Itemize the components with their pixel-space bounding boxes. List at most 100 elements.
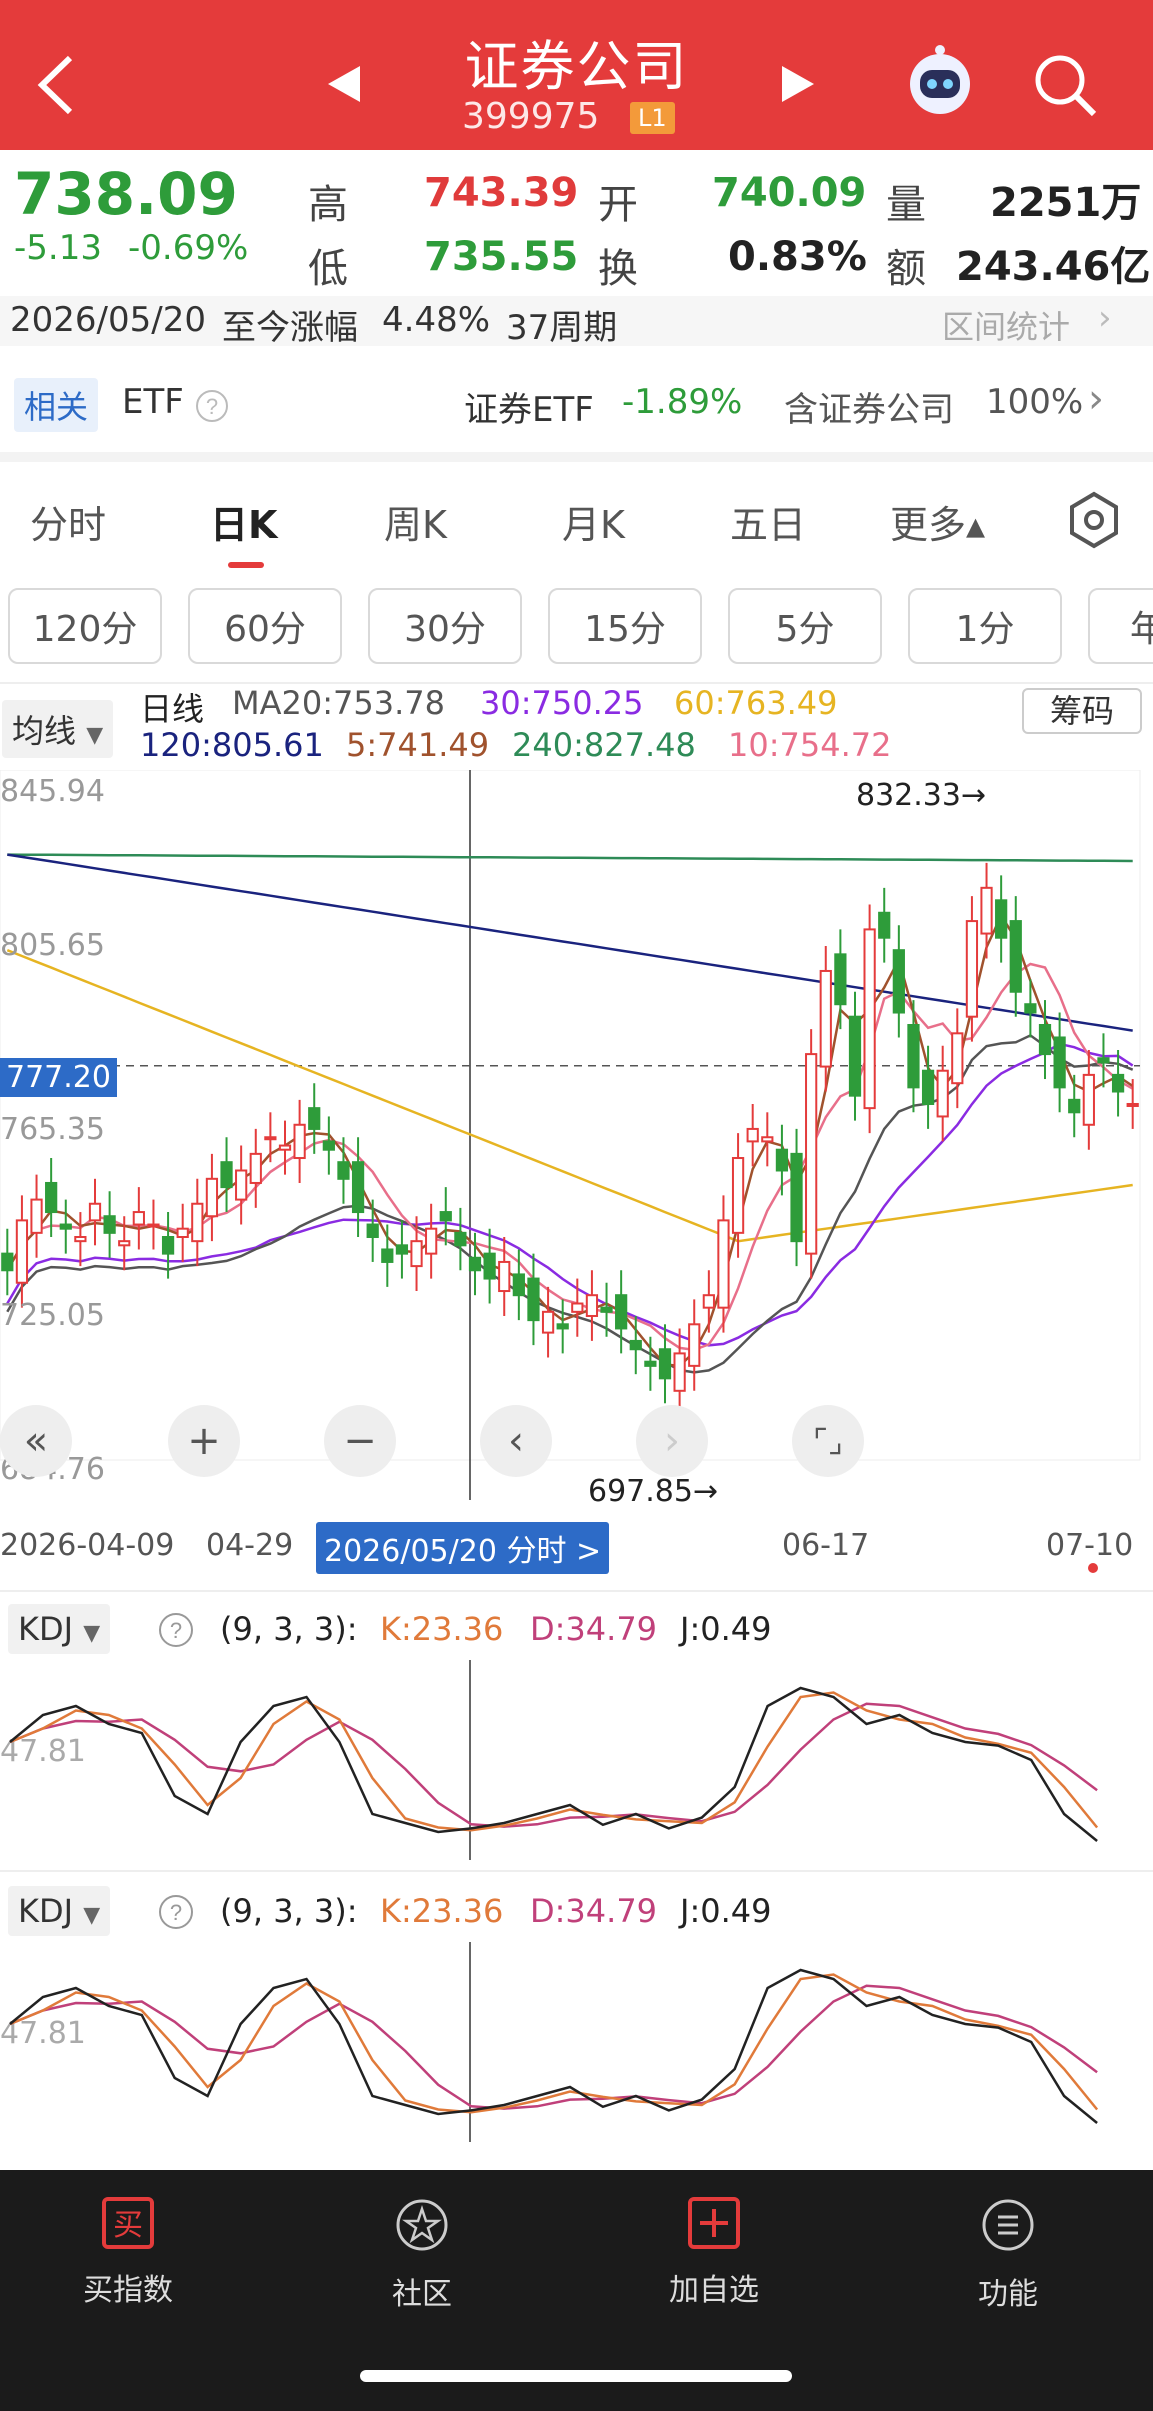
candle-body — [527, 1277, 540, 1322]
candle-body — [308, 1107, 321, 1130]
chevron-right-icon[interactable]: › — [1088, 376, 1104, 422]
kdj2-chart[interactable] — [0, 1942, 1153, 2142]
candle-body — [483, 1252, 496, 1280]
dropdown-icon: ▼ — [83, 1903, 101, 1928]
candle-body — [1068, 1098, 1081, 1114]
tab-fenshi[interactable]: 分时 — [30, 494, 106, 549]
candle-body — [863, 928, 876, 1110]
date-fenshi-tag[interactable]: 2026/05/20 分时 > — [316, 1522, 610, 1574]
candle-body — [775, 1148, 789, 1172]
btn-60min[interactable]: 60分 — [188, 588, 342, 664]
btn-5min[interactable]: 5分 — [728, 588, 882, 664]
candle-body — [1097, 1057, 1110, 1064]
y-label-3: 765.35 — [0, 1112, 105, 1147]
tab-more[interactable]: 更多▴ — [890, 494, 985, 549]
nav-community[interactable]: 社区 — [322, 2195, 522, 2313]
turnover-label: 换 — [598, 246, 638, 292]
open-label: 开 — [598, 182, 638, 228]
kdj2-k: K:23.36 — [380, 1892, 504, 1930]
range-periods: 37周期 — [506, 308, 618, 348]
range-stat-link[interactable]: 区间统计 — [942, 302, 1070, 348]
ma-selector-label: 均线 — [12, 712, 77, 750]
tab-day-k[interactable]: 日K — [210, 494, 277, 549]
fullscreen-icon[interactable]: ⌜⌟ — [792, 1405, 864, 1477]
tab-week-k[interactable]: 周K — [384, 494, 447, 549]
candle-body — [702, 1294, 715, 1309]
candle-body — [45, 1181, 58, 1214]
kdj1-selector[interactable]: KDJ ▼ — [8, 1604, 111, 1654]
scroll-left-icon[interactable]: ‹ — [480, 1405, 552, 1477]
next-stock-icon[interactable] — [780, 64, 816, 104]
candle-body — [1009, 920, 1022, 993]
settings-hexagon-icon[interactable] — [1064, 490, 1124, 550]
candle-body — [1, 1252, 14, 1272]
candle-body — [264, 1136, 277, 1141]
zoom-out-all-icon[interactable]: « — [0, 1405, 72, 1477]
help-icon[interactable]: ? — [156, 1610, 196, 1650]
help-icon[interactable]: ? — [156, 1892, 196, 1932]
ma30-line — [6, 1042, 1134, 1347]
chip-button[interactable]: 筹码 — [1022, 688, 1142, 734]
ma-selector[interactable]: 均线 ▼ — [2, 700, 114, 758]
chart-frame — [0, 770, 1141, 1461]
candle-body — [395, 1244, 409, 1255]
info-icon[interactable]: ? — [194, 388, 230, 424]
candle-body — [337, 1161, 350, 1180]
candle-body — [220, 1161, 233, 1189]
candle-body — [103, 1215, 116, 1234]
candle-body — [118, 1240, 131, 1247]
kdj1-d: D:34.79 — [530, 1610, 658, 1648]
x-label-end: 07-10 — [1046, 1528, 1134, 1563]
candle-body — [132, 1211, 145, 1226]
nav-functions[interactable]: 功能 — [908, 2195, 1108, 2313]
stock-code: 399975 — [462, 96, 600, 137]
tab-month-k[interactable]: 月K — [562, 494, 625, 549]
y-label-top: 845.94 — [0, 774, 105, 809]
current-price: 738.09 — [14, 160, 238, 228]
kdj1-chart[interactable] — [0, 1660, 1153, 1860]
svg-text:?: ? — [206, 394, 218, 419]
menu-icon — [982, 2199, 1034, 2251]
y-label-4: 725.05 — [0, 1298, 105, 1333]
low-label: 低 — [308, 246, 348, 292]
candle-body — [235, 1169, 248, 1201]
btn-30min[interactable]: 30分 — [368, 588, 522, 664]
btn-120min[interactable]: 120分 — [8, 588, 162, 664]
scroll-right-icon[interactable]: › — [636, 1405, 708, 1477]
range-stat-bar[interactable]: 2026/05/20 至今涨幅 4.48% 37周期 区间统计 › — [0, 296, 1153, 348]
etf-name[interactable]: 证券ETF — [464, 382, 594, 431]
nav-buy-label: 买指数 — [83, 2273, 173, 2308]
zoom-minus-icon[interactable]: − — [324, 1405, 396, 1477]
ma5-line — [6, 912, 1134, 1368]
contains-weight: 100% — [986, 382, 1084, 422]
candle-body — [205, 1177, 219, 1218]
tab-five-day[interactable]: 五日 — [730, 494, 806, 549]
kdj2-params: (9, 3, 3): — [220, 1892, 358, 1930]
turnover-value: 0.83% — [728, 234, 867, 280]
btn-15min[interactable]: 15分 — [548, 588, 702, 664]
btn-year[interactable]: 年 — [1088, 588, 1153, 664]
nav-add-watchlist[interactable]: 加自选 — [614, 2195, 814, 2309]
candle-body — [1126, 1102, 1139, 1107]
kdj2-selector[interactable]: KDJ ▼ — [8, 1886, 111, 1936]
etf-label: ETF — [122, 382, 184, 422]
robot-assistant-icon[interactable] — [900, 40, 980, 120]
buy-icon: 买 — [102, 2197, 154, 2249]
nav-add-label: 加自选 — [669, 2273, 759, 2308]
candle-body — [615, 1294, 628, 1330]
candle-body — [322, 1140, 335, 1151]
btn-1min[interactable]: 1分 — [908, 588, 1062, 664]
x-label-start: 2026-04-09 — [0, 1528, 175, 1563]
divider — [0, 1870, 1153, 1872]
candle-body — [425, 1227, 438, 1255]
kdj1-name: KDJ — [18, 1610, 74, 1648]
ma60-value: 60:763.49 — [674, 684, 838, 722]
nav-buy[interactable]: 买 买指数 — [28, 2195, 228, 2309]
high-label: 高 — [308, 182, 348, 228]
candle-body — [381, 1248, 394, 1263]
candle-body — [834, 953, 847, 1006]
zoom-in-icon[interactable]: + — [168, 1405, 240, 1477]
search-icon[interactable] — [1030, 50, 1100, 120]
open-value: 740.09 — [712, 170, 867, 216]
kline-chart[interactable] — [0, 770, 1153, 1510]
